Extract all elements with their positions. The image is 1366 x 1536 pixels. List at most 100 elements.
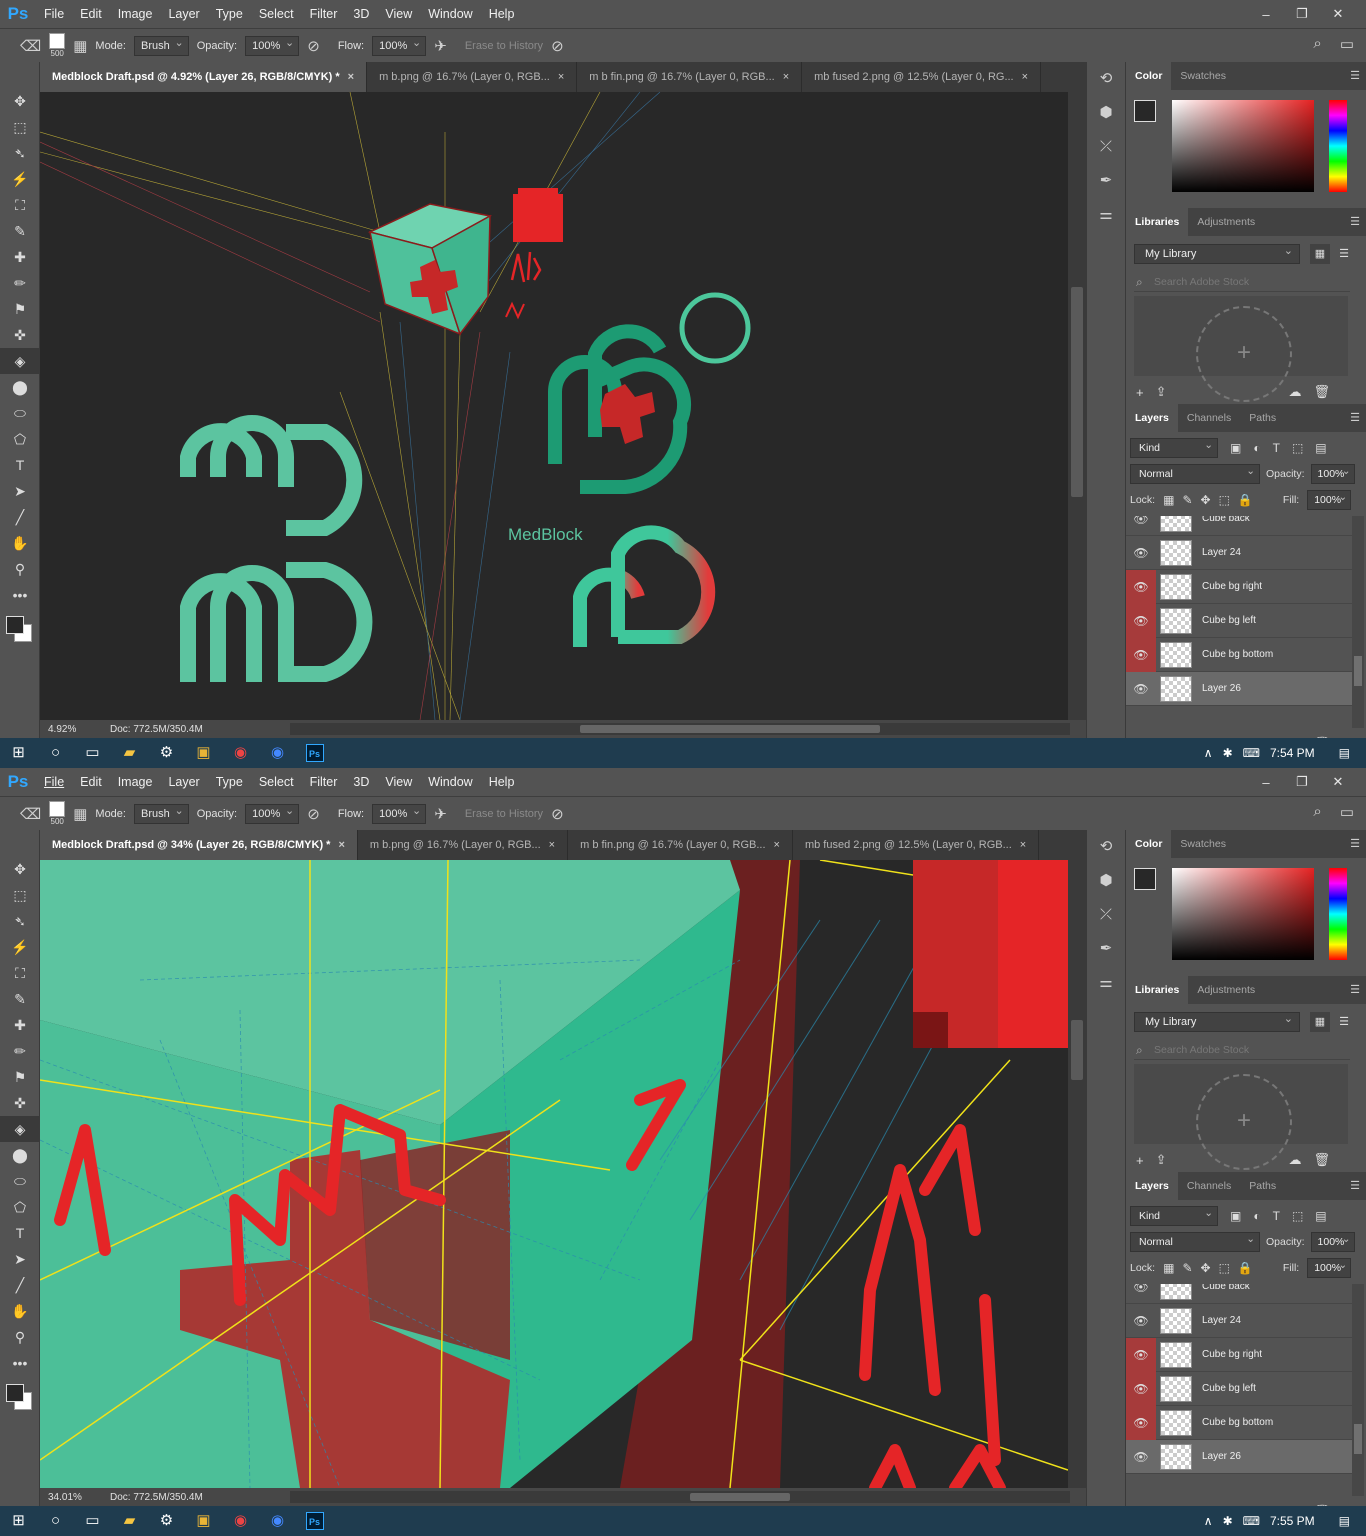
menu-help[interactable]: Help	[481, 7, 523, 21]
layer-filter-kind[interactable]: Kind	[1130, 1204, 1218, 1226]
tray-chevron-icon[interactable]: ∧	[1204, 746, 1213, 760]
3d-icon[interactable]: ⬢	[1087, 864, 1125, 898]
photoshop-taskbar-icon[interactable]: Ps	[296, 1506, 333, 1536]
tab-layers[interactable]: Layers	[1126, 1172, 1178, 1200]
eyedropper-tool-icon[interactable]: ✎	[0, 218, 40, 244]
menu-type[interactable]: Type	[208, 7, 251, 21]
layer-row[interactable]: 👁 Cube bg right	[1126, 569, 1352, 604]
adjustment-filter-icon[interactable]: ◐	[1253, 1209, 1260, 1223]
type-tool-icon[interactable]: ➤	[0, 478, 40, 504]
menu-window[interactable]: Window	[420, 7, 480, 21]
close-tab-icon[interactable]: ×	[549, 839, 555, 851]
eraser-icon[interactable]: ⌫	[20, 805, 41, 823]
search-icon[interactable]: ⌕	[1313, 35, 1321, 53]
image-filter-icon[interactable]: ▣	[1230, 1209, 1241, 1223]
menu-file[interactable]: File	[36, 775, 72, 789]
tab-adjustments[interactable]: Adjustments	[1188, 976, 1264, 1004]
upload-icon[interactable]: ⇪	[1156, 384, 1167, 400]
library-select[interactable]: My Library	[1134, 1010, 1300, 1032]
shape-filter-icon[interactable]: ⬚	[1292, 441, 1303, 455]
layer-row[interactable]: 👁 Cube bg right	[1126, 1337, 1352, 1372]
layer-row[interactable]: 👁 Cube bg bottom	[1126, 1405, 1352, 1440]
sync-icon[interactable]: ☁	[1289, 384, 1302, 400]
chrome-icon[interactable]: ◉	[259, 738, 296, 768]
color-picker-field[interactable]	[1172, 100, 1314, 192]
zoom-level[interactable]: 34.01%	[40, 1492, 110, 1503]
lock-position-icon[interactable]: ✥	[1201, 1261, 1211, 1275]
panel-menu-icon[interactable]: ☰	[1350, 1179, 1360, 1192]
paths-icon[interactable]: ⤫	[1087, 130, 1125, 164]
opacity-input[interactable]: 100%	[245, 802, 300, 824]
close-tab-icon[interactable]: ×	[774, 839, 780, 851]
dodge-tool-icon[interactable]: ⬠	[0, 1194, 40, 1220]
clock[interactable]: 7:55 PM	[1270, 1514, 1315, 1528]
tab-mb-fused-png[interactable]: mb fused 2.png @ 12.5% (Layer 0, RGB... ×	[793, 830, 1040, 860]
line-tool-icon[interactable]: ✋	[0, 530, 40, 556]
menu-layer[interactable]: Layer	[160, 7, 207, 21]
zoom-level[interactable]: 4.92%	[40, 724, 110, 735]
tab-channels[interactable]: Channels	[1178, 404, 1240, 432]
paint-bucket-tool-icon[interactable]: ⬤	[0, 1142, 40, 1168]
pressure-size-icon[interactable]: ⊘	[551, 37, 564, 55]
lasso-tool-icon[interactable]: ➴	[0, 908, 40, 934]
crop-tool-icon[interactable]: ⛶	[0, 960, 40, 986]
lock-pixels-icon[interactable]: ✎	[1182, 1261, 1192, 1275]
marquee-tool-icon[interactable]: ⬚	[0, 114, 40, 140]
move-tool-icon[interactable]: ✥	[0, 88, 40, 114]
trash-icon[interactable]: 🗑	[1314, 1152, 1331, 1168]
library-select[interactable]: My Library	[1134, 242, 1300, 264]
erase-to-history-checkbox[interactable]: Erase to History	[465, 40, 543, 52]
type-tool-icon[interactable]: ➤	[0, 1246, 40, 1272]
menu-view[interactable]: View	[377, 7, 420, 21]
menu-edit[interactable]: Edit	[72, 7, 110, 21]
visibility-eye-icon[interactable]: 👁	[1126, 1284, 1156, 1304]
quick-select-tool-icon[interactable]: ⚡	[0, 934, 40, 960]
app-icon[interactable]: ⚙	[148, 738, 185, 768]
trash-icon[interactable]: 🗑	[1314, 384, 1331, 400]
panel-menu-icon[interactable]: ☰	[1350, 69, 1360, 82]
flow-input[interactable]: 100%	[372, 802, 427, 824]
lock-transparent-icon[interactable]: ▦	[1163, 493, 1174, 507]
menu-edit[interactable]: Edit	[72, 775, 110, 789]
menu-image[interactable]: Image	[110, 775, 161, 789]
adjust-icon[interactable]: ⚌	[1087, 966, 1125, 1000]
layer-row[interactable]: 👁 Cube back	[1126, 516, 1352, 536]
cortana-icon[interactable]: ○	[37, 738, 74, 768]
layer-row[interactable]: 👁 Layer 26	[1126, 1440, 1352, 1474]
path-select-tool-icon[interactable]: ╱	[0, 504, 40, 530]
hand-tool-icon[interactable]: ⚲	[0, 556, 40, 582]
layers-scrollbar[interactable]	[1352, 516, 1364, 728]
menu-window[interactable]: Window	[420, 775, 480, 789]
eraser-icon[interactable]: ⌫	[20, 37, 41, 55]
library-drop-area[interactable]: +	[1134, 1064, 1348, 1170]
pressure-opacity-icon[interactable]: ⊘	[307, 37, 320, 55]
add-content-icon[interactable]: +	[1136, 385, 1144, 400]
close-button[interactable]: ✕	[1320, 6, 1356, 22]
crop-tool-icon[interactable]: ⛶	[0, 192, 40, 218]
brush-settings-icon[interactable]: ✒	[1087, 932, 1125, 966]
blur-tool-icon[interactable]: ⬭	[0, 1168, 40, 1194]
tab-color[interactable]: Color	[1126, 830, 1172, 858]
tab-adjustments[interactable]: Adjustments	[1188, 208, 1264, 236]
tab-paths[interactable]: Paths	[1240, 1172, 1285, 1200]
menu-select[interactable]: Select	[251, 7, 302, 21]
type-filter-icon[interactable]: T	[1273, 1209, 1280, 1223]
menu-layer[interactable]: Layer	[160, 775, 207, 789]
tab-medblock-draft[interactable]: Medblock Draft.psd @ 34% (Layer 26, RGB/…	[40, 830, 358, 860]
menu-help[interactable]: Help	[481, 775, 523, 789]
stamp-tool-icon[interactable]: ⚑	[0, 296, 40, 322]
blur-tool-icon[interactable]: ⬭	[0, 400, 40, 426]
file-explorer-icon[interactable]: ▰	[111, 738, 148, 768]
blend-mode-select[interactable]: Normal	[1130, 462, 1260, 484]
vertical-scrollbar[interactable]	[1068, 92, 1086, 720]
tab-channels[interactable]: Channels	[1178, 1172, 1240, 1200]
tab-medblock-draft[interactable]: Medblock Draft.psd @ 4.92% (Layer 26, RG…	[40, 62, 368, 92]
smart-filter-icon[interactable]: ▤	[1315, 1209, 1326, 1223]
menu-type[interactable]: Type	[208, 775, 251, 789]
hue-slider[interactable]	[1329, 868, 1347, 960]
tab-layers[interactable]: Layers	[1126, 404, 1178, 432]
panel-menu-icon[interactable]: ☰	[1350, 983, 1360, 996]
network-icon[interactable]: ✱	[1223, 746, 1233, 760]
app-icon[interactable]: ⚙	[148, 1506, 185, 1536]
layer-row[interactable]: 👁 Layer 24	[1126, 536, 1352, 570]
